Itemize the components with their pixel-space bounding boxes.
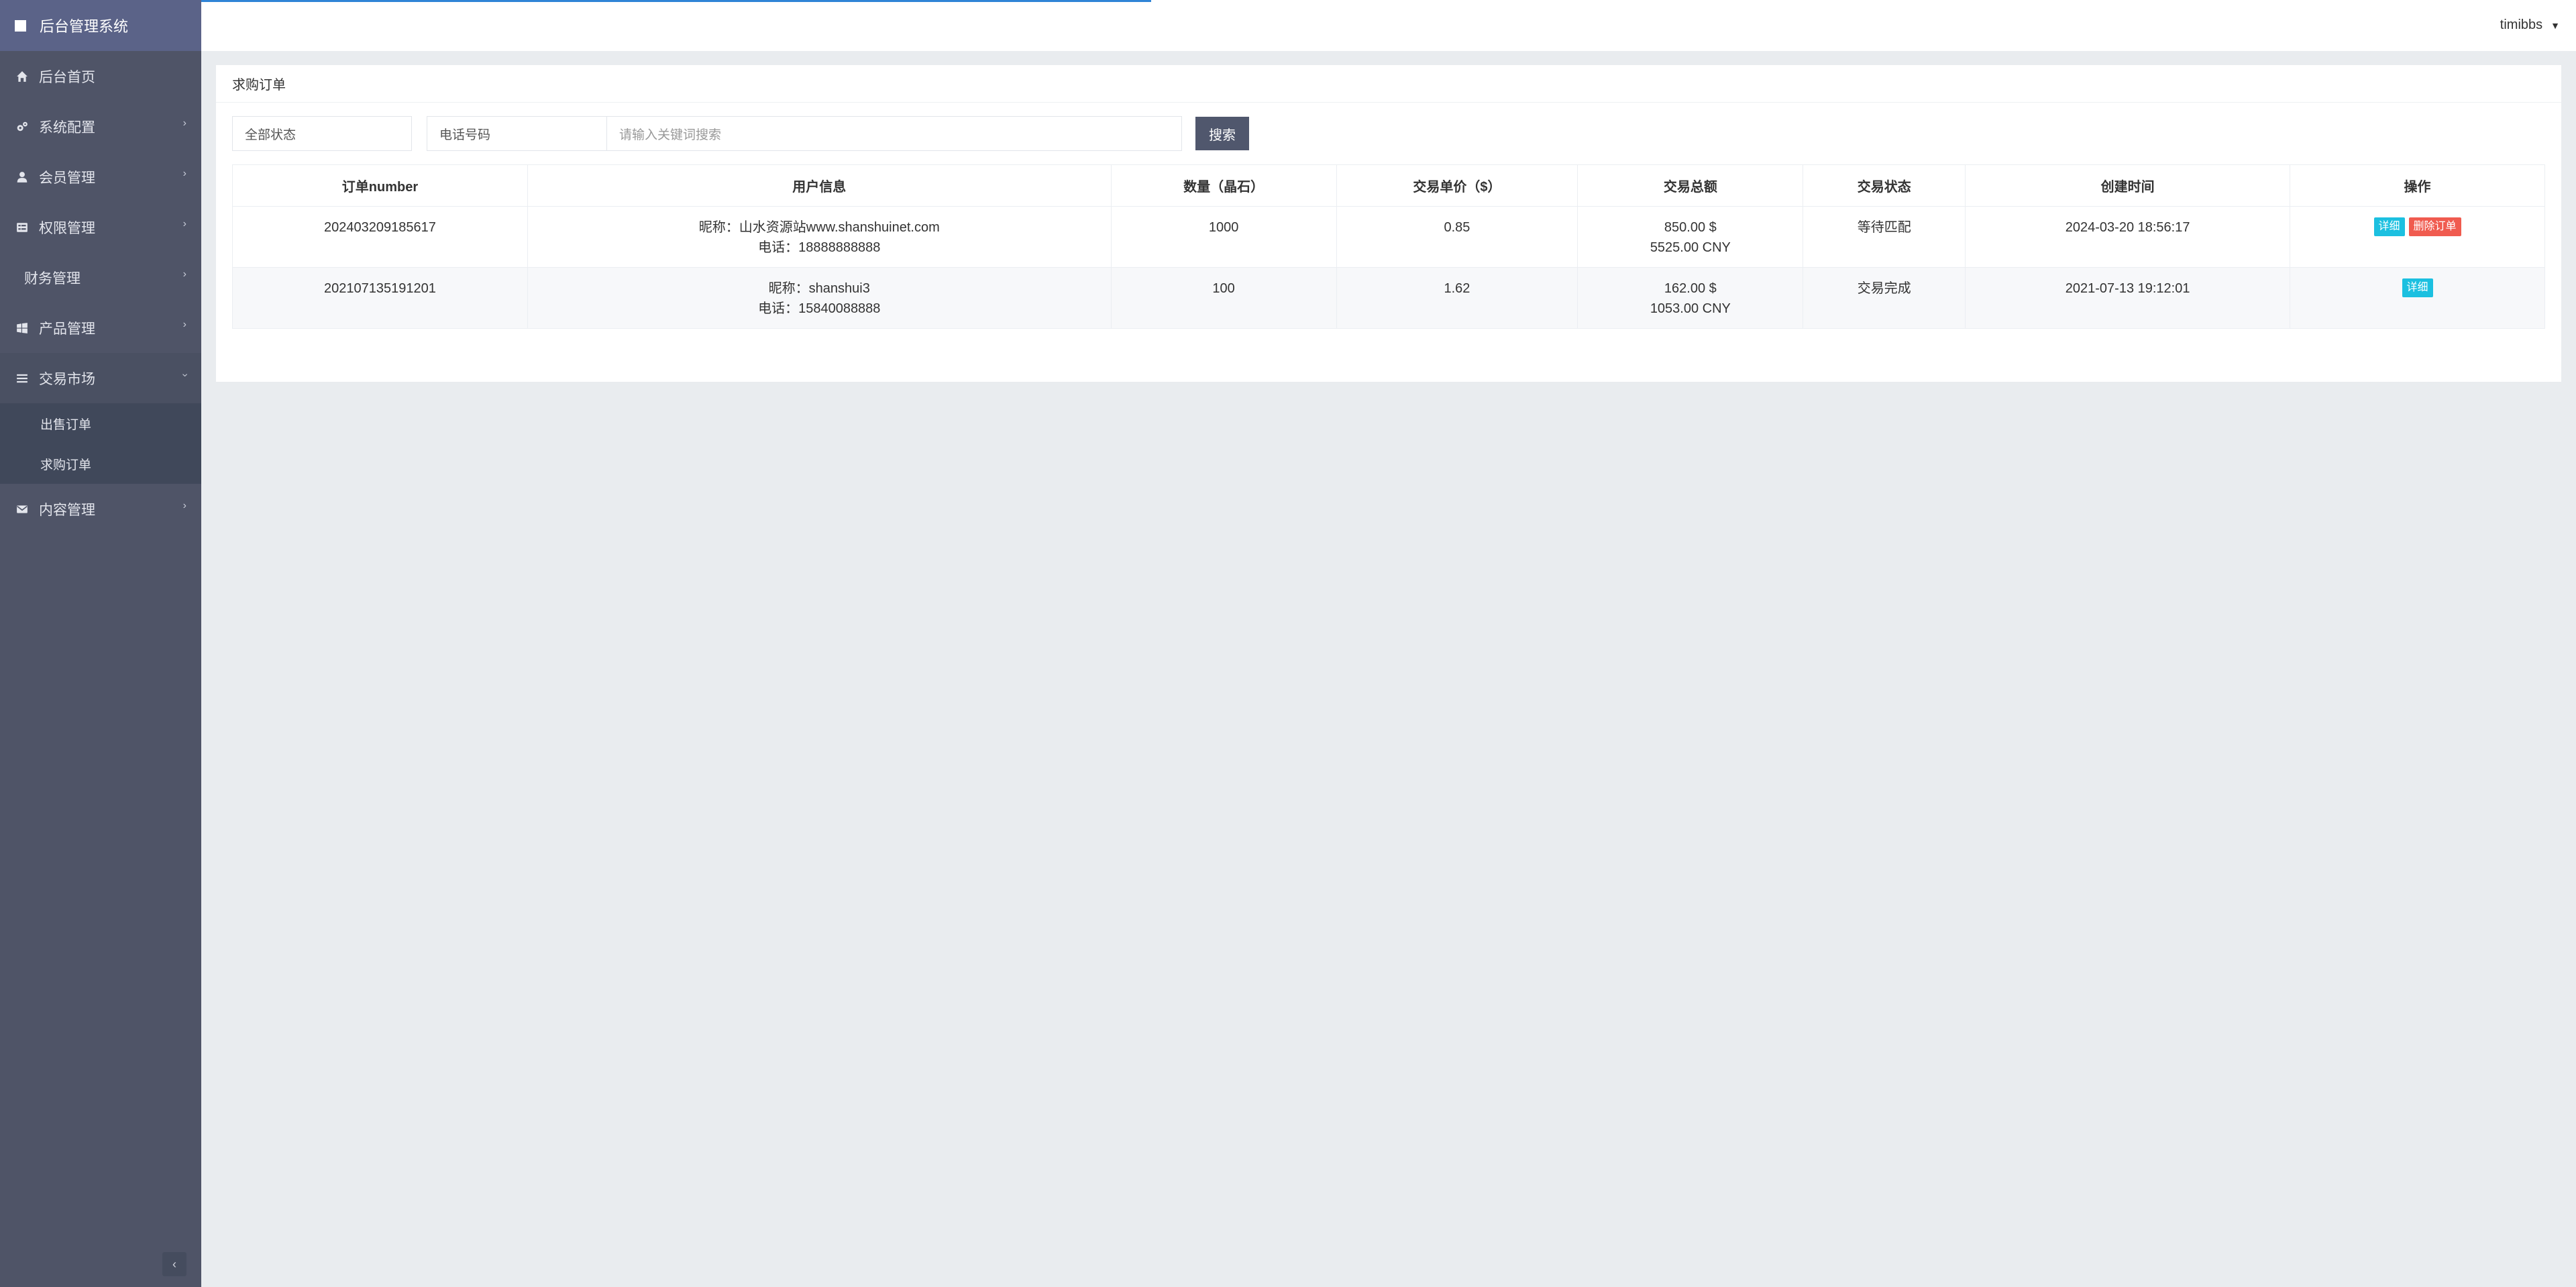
sidebar-item-label: 交易市场 bbox=[39, 371, 95, 387]
user-menu[interactable]: timibbs ▼ bbox=[2500, 17, 2560, 33]
status-select[interactable]: 全部状态 bbox=[232, 116, 412, 151]
column-header: 操作 bbox=[2290, 164, 2545, 207]
sidebar-item-label: 内容管理 bbox=[39, 502, 95, 518]
sidebar-item-permissions[interactable]: 权限管理 › bbox=[0, 202, 201, 252]
sidebar-item-label: 权限管理 bbox=[39, 220, 95, 236]
column-header: 订单number bbox=[232, 164, 528, 207]
bars-icon bbox=[16, 372, 28, 384]
home-icon bbox=[16, 70, 28, 83]
sidebar-item-label: 财务管理 bbox=[24, 270, 80, 287]
status-cell: 等待匹配 bbox=[1803, 206, 1966, 268]
sidebar-item-products[interactable]: 产品管理 › bbox=[0, 303, 201, 353]
sidebar-item-members[interactable]: 会员管理 › bbox=[0, 152, 201, 202]
sidebar-item-label: 后台首页 bbox=[39, 69, 95, 85]
phone-field[interactable]: 电话号码 bbox=[427, 116, 606, 151]
column-header: 交易单价（$） bbox=[1336, 164, 1578, 207]
unit-price-cell: 1.62 bbox=[1336, 267, 1578, 329]
column-header: 交易总额 bbox=[1577, 164, 1804, 207]
search-bar: 全部状态 电话号码 请输入关键词搜索 搜索 bbox=[232, 116, 1249, 151]
order-number-cell: 202403209185617 bbox=[232, 206, 528, 268]
brand-square-icon bbox=[15, 19, 26, 32]
chevron-down-icon: › bbox=[179, 373, 191, 377]
column-header: 数量（晶石） bbox=[1110, 164, 1337, 207]
user-phone: 电话：15840088888 bbox=[758, 301, 881, 316]
sidebar-item-label: 产品管理 bbox=[39, 321, 95, 337]
unit-price-cell: 0.85 bbox=[1336, 206, 1578, 268]
sidebar-item-label: 会员管理 bbox=[39, 170, 95, 186]
app-title: 后台管理系统 bbox=[40, 18, 129, 35]
submenu-item-sell-orders[interactable]: 出售订单 bbox=[0, 403, 201, 444]
page-load-progress-bar bbox=[201, 0, 1151, 2]
total-usd: 162.00 $ bbox=[1664, 281, 1717, 296]
chevron-right-icon: › bbox=[182, 117, 186, 129]
total-cny: 5525.00 CNY bbox=[1650, 240, 1731, 255]
table-row: 202107135191201 昵称：shanshui3 电话：15840088… bbox=[232, 267, 2545, 329]
created-time-cell: 2021-07-13 19:12:01 bbox=[1965, 267, 2291, 329]
created-time-cell: 2024-03-20 18:56:17 bbox=[1965, 206, 2291, 268]
sidebar-item-home[interactable]: 后台首页 bbox=[0, 51, 201, 101]
sidebar-item-trade-market[interactable]: 交易市场 › bbox=[0, 353, 201, 403]
cogs-icon bbox=[16, 121, 28, 133]
chevron-right-icon: › bbox=[182, 319, 186, 330]
chevron-right-icon: › bbox=[182, 168, 186, 179]
delete-order-button[interactable]: 删除订单 bbox=[2408, 217, 2461, 236]
user-info-cell: 昵称：山水资源站www.shanshuinet.com 电话：188888888… bbox=[527, 206, 1112, 268]
sidebar-collapse-button[interactable]: ‹ bbox=[162, 1252, 186, 1276]
user-nickname: 昵称：shanshui3 bbox=[768, 281, 870, 296]
total-cell: 162.00 $ 1053.00 CNY bbox=[1577, 267, 1804, 329]
orders-table: 订单number 用户信息 数量（晶石） 交易单价（$） 交易总额 交易状态 创… bbox=[232, 164, 2545, 329]
brand[interactable]: 后台管理系统 bbox=[0, 0, 201, 51]
envelope-icon bbox=[16, 503, 28, 515]
status-cell: 交易完成 bbox=[1803, 267, 1966, 329]
column-header: 交易状态 bbox=[1803, 164, 1966, 207]
caret-down-icon: ▼ bbox=[2551, 19, 2560, 31]
quantity-cell: 1000 bbox=[1110, 206, 1337, 268]
user-phone: 电话：18888888888 bbox=[758, 240, 881, 255]
total-cny: 1053.00 CNY bbox=[1650, 301, 1731, 316]
username: timibbs bbox=[2500, 17, 2543, 32]
user-icon bbox=[16, 171, 28, 183]
keyword-search-input[interactable]: 请输入关键词搜索 bbox=[606, 116, 1182, 151]
sidebar-item-finance[interactable]: 财务管理 › bbox=[0, 252, 201, 303]
top-header: timibbs ▼ bbox=[201, 0, 2576, 51]
column-header: 创建时间 bbox=[1965, 164, 2291, 207]
submenu-item-buy-orders[interactable]: 求购订单 bbox=[0, 444, 201, 484]
chevron-left-icon: ‹ bbox=[172, 1257, 176, 1271]
actions-cell: 详细 bbox=[2290, 267, 2545, 329]
sidebar-item-system-config[interactable]: 系统配置 › bbox=[0, 101, 201, 152]
sidebar-item-content[interactable]: 内容管理 › bbox=[0, 484, 201, 534]
list-icon bbox=[16, 221, 28, 234]
user-nickname: 昵称：山水资源站www.shanshuinet.com bbox=[698, 220, 940, 235]
total-usd: 850.00 $ bbox=[1664, 220, 1717, 235]
table-header-row: 订单number 用户信息 数量（晶石） 交易单价（$） 交易总额 交易状态 创… bbox=[232, 164, 2545, 207]
actions-cell: 详细 删除订单 bbox=[2290, 206, 2545, 268]
sidebar: 后台管理系统 后台首页 系统配置 › 会员管理 › 权限管理 › 财务管理 › … bbox=[0, 0, 201, 1287]
page-title: 求购订单 bbox=[216, 65, 2561, 103]
trade-market-submenu: 出售订单 求购订单 bbox=[0, 403, 201, 484]
chevron-right-icon: › bbox=[182, 218, 186, 229]
main-panel: 求购订单 全部状态 电话号码 请输入关键词搜索 搜索 订单number 用户信息… bbox=[216, 65, 2561, 382]
user-info-cell: 昵称：shanshui3 电话：15840088888 bbox=[527, 267, 1112, 329]
submenu-item-label: 求购订单 bbox=[40, 458, 92, 472]
table-row: 202403209185617 昵称：山水资源站www.shanshuinet.… bbox=[232, 206, 2545, 268]
submenu-item-label: 出售订单 bbox=[40, 417, 92, 432]
search-button[interactable]: 搜索 bbox=[1195, 117, 1249, 150]
detail-button[interactable]: 详细 bbox=[2402, 278, 2433, 297]
detail-button[interactable]: 详细 bbox=[2373, 217, 2405, 236]
windows-icon bbox=[16, 322, 28, 334]
quantity-cell: 100 bbox=[1110, 267, 1337, 329]
chevron-right-icon: › bbox=[182, 500, 186, 511]
column-header: 用户信息 bbox=[527, 164, 1112, 207]
sidebar-item-label: 系统配置 bbox=[39, 119, 95, 136]
chevron-right-icon: › bbox=[182, 268, 186, 280]
total-cell: 850.00 $ 5525.00 CNY bbox=[1577, 206, 1804, 268]
order-number-cell: 202107135191201 bbox=[232, 267, 528, 329]
